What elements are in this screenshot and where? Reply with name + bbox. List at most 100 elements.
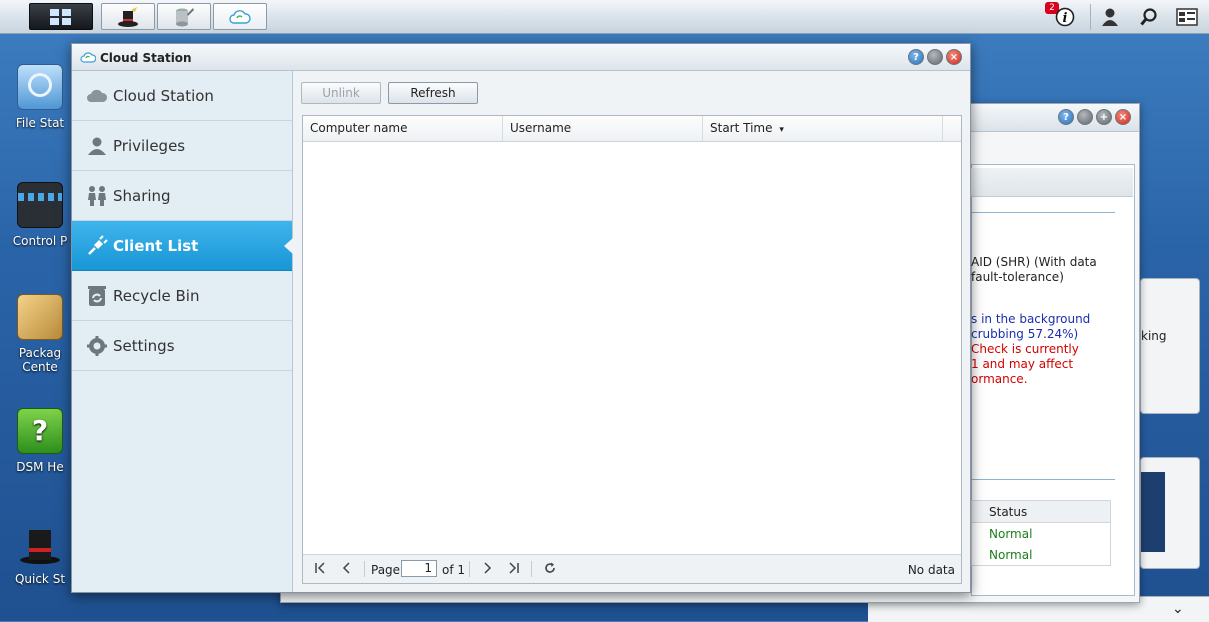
desktop-icon-label: Quick St [14,572,66,586]
quick-start-taskbar-button[interactable] [101,3,155,30]
previous-page-icon[interactable] [340,561,354,579]
user-icon [85,134,109,158]
sidebar-item-label: Settings [113,336,175,355]
divider [971,212,1115,213]
sidebar-item-label: Sharing [113,186,171,205]
table-header: Status [972,501,1110,523]
divider [971,479,1115,480]
page-label: Page [371,563,401,577]
chevron-down-icon[interactable]: ⌄ [1172,601,1184,617]
sidebar-item-client-list[interactable]: Client List [72,221,293,271]
desktop-icon-label-line2: Cente [22,360,58,374]
help-icon[interactable]: ? [908,49,924,65]
minimize-icon[interactable] [1077,109,1093,125]
taskbar-separator [1090,4,1091,30]
disk-status-table: Status Normal Normal [971,500,1111,566]
svg-text:i: i [1063,11,1068,26]
pager-separator [469,561,470,577]
maximize-icon[interactable]: + [1096,109,1112,125]
cloud-sync-icon [229,9,251,24]
pager-separator [531,561,532,577]
table-row[interactable]: Normal [972,523,1110,544]
search-button[interactable] [1134,3,1164,30]
volume-type-text-2: fault-tolerance) [971,270,1064,284]
sidebar-item-sharing[interactable]: Sharing [72,171,292,221]
storage-manager-taskbar-button[interactable] [157,3,211,30]
desktop-icon-label: DSM He [16,460,64,474]
desktop-icon-quick-start[interactable]: Quick St [0,522,80,586]
cloud-sync-icon [80,52,96,63]
quick-start-icon [18,522,62,566]
close-icon[interactable]: × [1115,109,1131,125]
user-icon [1102,8,1118,26]
warning-text-3: ormance. [971,372,1028,386]
page-number-input[interactable]: 1 [401,560,437,577]
scrubbing-text-2: crubbing 57.24%) [971,327,1079,341]
refresh-button[interactable]: Refresh [388,82,478,104]
background-widget-bottom [1140,457,1200,569]
file-station-icon [17,64,63,110]
sort-desc-icon: ▾ [779,125,784,135]
widgets-button[interactable] [1172,3,1202,30]
sidebar-item-cloud-station[interactable]: Cloud Station [72,71,292,121]
client-list-grid: Computer name Username Start Time ▾ Page… [302,115,962,584]
package-center-icon [17,294,63,340]
column-header-computer-name[interactable]: Computer name [303,116,503,141]
desktop-icon-package-center[interactable]: Packag Cente [0,294,80,374]
background-panel-header [971,168,1133,197]
warning-text-2: 1 and may affect [971,357,1074,371]
cloud-station-taskbar-button[interactable] [213,3,267,30]
minimize-icon[interactable] [927,49,943,65]
taskbar: 2 i [0,0,1209,34]
sidebar-item-label: Recycle Bin [113,286,200,305]
people-icon [85,184,109,208]
sidebar-item-label: Privileges [113,136,186,155]
info-icon: i [1055,7,1075,26]
unlink-button[interactable]: Unlink [301,82,381,104]
close-icon[interactable]: × [946,49,962,65]
sidebar: Cloud Station Privileges Sharing Client … [72,71,293,592]
volume-type-text: AID (SHR) (With data [971,255,1097,269]
plug-icon [85,234,109,258]
desktop-icon-dsm-help[interactable]: ? DSM He [0,408,80,474]
widgets-icon [1176,7,1198,26]
desktop-icon-file-station[interactable]: File Stat [0,64,80,130]
refresh-icon[interactable] [543,561,557,579]
warning-text: Check is currently [971,342,1079,356]
desktop-icon-control-panel[interactable]: Control P [0,182,80,248]
first-page-icon[interactable] [313,561,327,579]
sidebar-item-label: Cloud Station [113,86,214,105]
desktop-icon-label: Control P [12,234,68,248]
notifications-button[interactable]: i [1050,3,1080,30]
pager-separator [364,561,365,577]
grid-pager: Page 1 of 1 No data [303,554,961,583]
wizard-hat-icon [118,6,138,27]
last-page-icon[interactable] [507,561,521,579]
content-pane: Unlink Refresh Computer name Username St… [293,71,970,592]
scrubbing-text: s in the background [971,312,1091,326]
column-header-username[interactable]: Username [503,116,703,141]
storage-icon [176,7,194,26]
background-widget-top: king [1140,278,1200,414]
cloud-station-window[interactable]: Cloud Station ? × Cloud Station Privileg… [71,43,971,593]
help-icon[interactable]: ? [1058,109,1074,125]
column-header-start-time[interactable]: Start Time ▾ [703,116,943,141]
sidebar-item-privileges[interactable]: Privileges [72,121,292,171]
page-count-label: of 1 [442,563,466,577]
user-menu-button[interactable] [1095,3,1125,30]
desktop-icon-label: Packag [18,346,62,360]
main-menu-button[interactable] [29,3,93,30]
recycle-icon [85,284,109,308]
gear-icon [85,334,109,358]
next-page-icon[interactable] [480,561,494,579]
window-titlebar[interactable]: Cloud Station ? × [72,44,970,71]
background-widget-text: king [1141,329,1167,343]
sidebar-item-settings[interactable]: Settings [72,321,292,371]
main-menu-icon [50,8,71,25]
table-row[interactable]: Normal [972,544,1110,565]
pager-status: No data [907,563,955,577]
cloud-icon [85,84,109,108]
sidebar-item-recycle-bin[interactable]: Recycle Bin [72,271,292,321]
desktop-icon-label: File Stat [15,116,65,130]
dsm-help-icon: ? [17,408,63,454]
